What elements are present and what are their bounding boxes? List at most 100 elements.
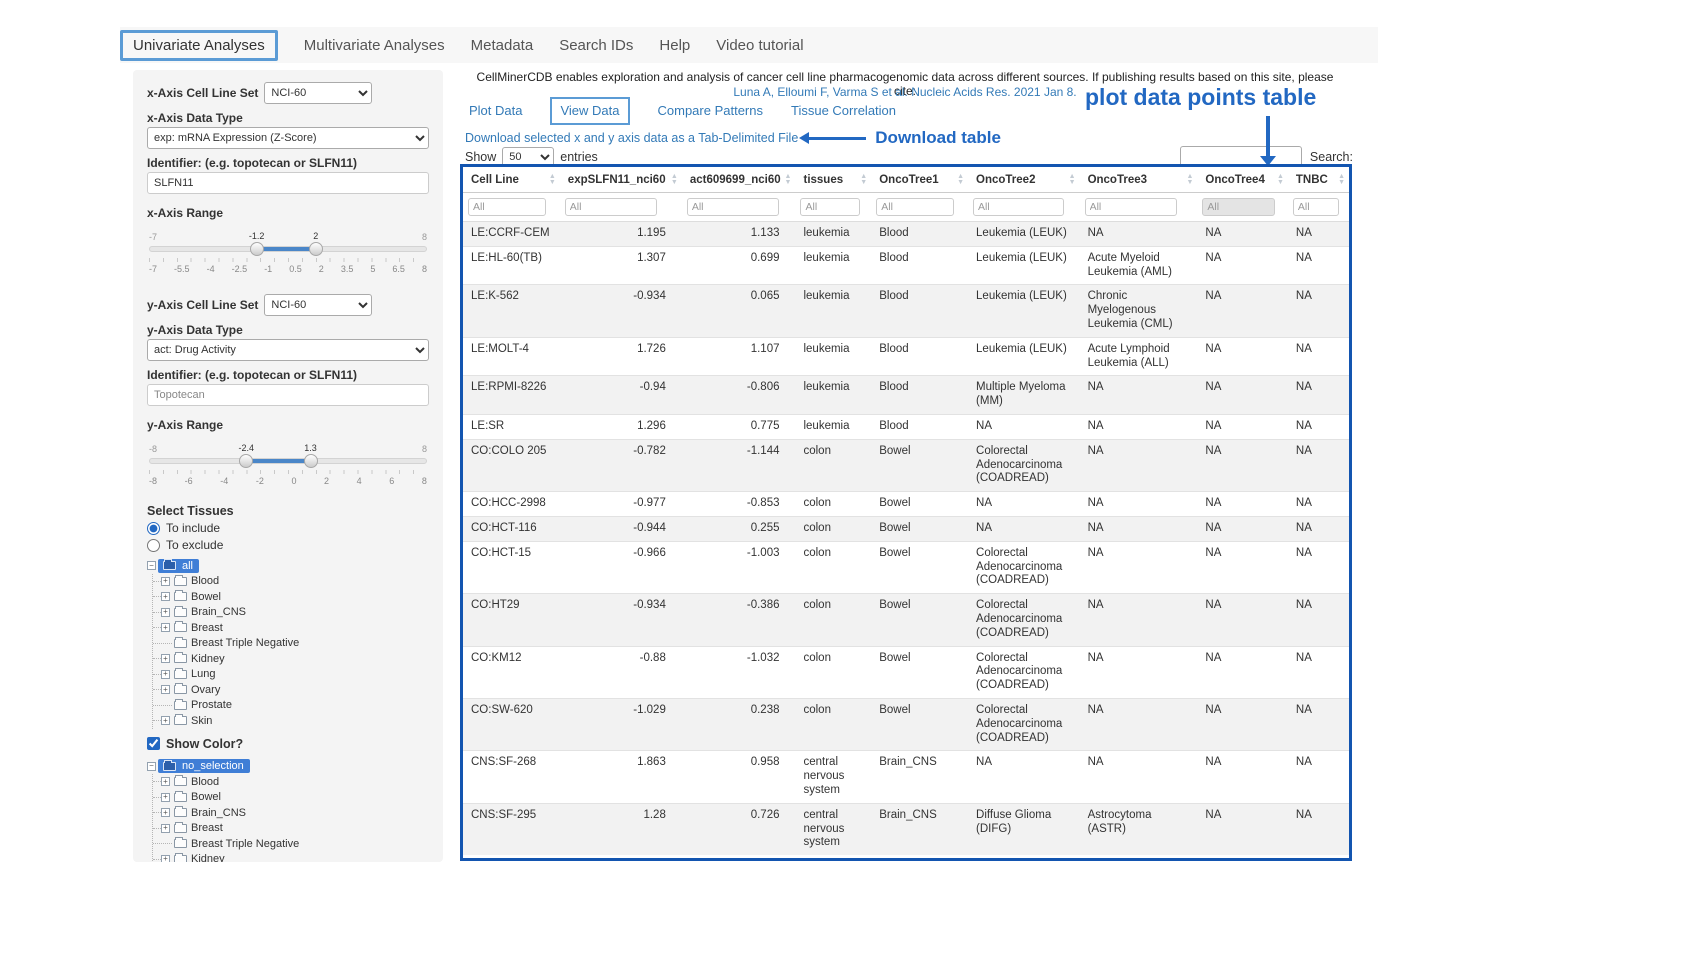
expand-icon[interactable]: +: [161, 623, 170, 632]
tree-item-kidney[interactable]: +Kidney: [153, 651, 429, 667]
expand-icon[interactable]: +: [161, 592, 170, 601]
table-cell: Leukemia (LEUK): [968, 337, 1080, 376]
tab-tissue-correlation[interactable]: Tissue Correlation: [791, 103, 896, 118]
slider-handle-high[interactable]: [309, 242, 323, 256]
tree-root-label: no_selection: [158, 759, 250, 773]
table-cell: NA: [1288, 222, 1349, 247]
tree-item-blood[interactable]: +Blood: [153, 774, 429, 790]
expand-icon[interactable]: +: [161, 777, 170, 786]
x-identifier-input[interactable]: [147, 172, 429, 194]
column-header-tnbc[interactable]: TNBC▲▼: [1288, 167, 1349, 193]
tree-item-breast[interactable]: +Breast: [153, 821, 429, 837]
y-data-type-select[interactable]: act: Drug Activity: [147, 339, 429, 361]
tree-item-lung[interactable]: +Lung: [153, 667, 429, 683]
download-tab-delimited-link[interactable]: Download selected x and y axis data as a…: [465, 131, 798, 145]
show-color-row[interactable]: Show Color?: [147, 737, 429, 751]
table-cell: CO:HCT-116: [463, 516, 560, 541]
column-filter-oncotree3[interactable]: [1085, 198, 1177, 216]
tree-item-breast-triple-negative[interactable]: Breast Triple Negative: [153, 836, 429, 852]
expand-icon[interactable]: +: [161, 808, 170, 817]
nav-tab-univariate-analyses[interactable]: Univariate Analyses: [133, 37, 265, 54]
sort-icon[interactable]: ▲▼: [785, 174, 792, 186]
sort-icon[interactable]: ▲▼: [1186, 174, 1193, 186]
column-filter-tnbc[interactable]: [1293, 198, 1339, 216]
expand-icon[interactable]: +: [161, 670, 170, 679]
radio-exclude-input[interactable]: [147, 539, 160, 552]
column-header-act609699-nci60[interactable]: act609699_nci60▲▼: [682, 167, 796, 193]
expand-icon[interactable]: +: [161, 654, 170, 663]
show-color-checkbox[interactable]: [147, 737, 160, 750]
tree-item-breast-triple-negative[interactable]: Breast Triple Negative: [153, 636, 429, 652]
y-cell-line-set-select[interactable]: NCI-60: [264, 294, 372, 316]
sort-icon[interactable]: ▲▼: [1338, 174, 1345, 186]
column-header-oncotree2[interactable]: OncoTree2▲▼: [968, 167, 1080, 193]
tree-item-prostate[interactable]: Prostate: [153, 698, 429, 714]
nav-tab-video-tutorial[interactable]: Video tutorial: [716, 37, 803, 54]
tab-view-data[interactable]: View Data: [560, 103, 619, 118]
column-filter-act609699-nci60[interactable]: [687, 198, 779, 216]
sort-icon[interactable]: ▲▼: [1069, 174, 1076, 186]
sort-icon[interactable]: ▲▼: [671, 174, 678, 186]
y-data-type-label: y-Axis Data Type: [147, 323, 429, 337]
nav-tab-help[interactable]: Help: [659, 37, 690, 54]
radio-to-include[interactable]: To include: [147, 521, 429, 535]
slider-handle-low[interactable]: [250, 242, 264, 256]
tree-item-brain-cns[interactable]: +Brain_CNS: [153, 805, 429, 821]
slider-low-value: -1.2: [249, 231, 265, 241]
slider-track[interactable]: [149, 246, 427, 252]
column-header-tissues[interactable]: tissues▲▼: [795, 167, 871, 193]
tab-plot-data[interactable]: Plot Data: [469, 103, 522, 118]
table-cell: LE:HL-60(TB): [463, 246, 560, 285]
table-cell: Blood: [871, 376, 968, 415]
nav-tab-search-ids[interactable]: Search IDs: [559, 37, 633, 54]
expand-icon[interactable]: +: [161, 793, 170, 802]
slider-handle-low[interactable]: [239, 454, 253, 468]
collapse-icon[interactable]: −: [147, 762, 156, 771]
column-filter-oncotree1[interactable]: [876, 198, 954, 216]
sort-icon[interactable]: ▲▼: [549, 174, 556, 186]
slider-track[interactable]: [149, 458, 427, 464]
tree-item-bowel[interactable]: +Bowel: [153, 589, 429, 605]
slider-handle-high[interactable]: [304, 454, 318, 468]
tree-item-bowel[interactable]: +Bowel: [153, 790, 429, 806]
column-header-cell-line[interactable]: Cell Line▲▼: [463, 167, 560, 193]
tree-item-brain-cns[interactable]: +Brain_CNS: [153, 605, 429, 621]
table-cell: 1.863: [560, 751, 682, 803]
sort-icon[interactable]: ▲▼: [1277, 174, 1284, 186]
tree-root-no-selection[interactable]: −no_selection: [147, 759, 429, 775]
sort-icon[interactable]: ▲▼: [860, 174, 867, 186]
expand-icon[interactable]: +: [161, 855, 170, 862]
tree-root-all[interactable]: −all: [147, 558, 429, 574]
column-header-oncotree1[interactable]: OncoTree1▲▼: [871, 167, 968, 193]
column-filter-oncotree4[interactable]: [1202, 198, 1274, 216]
expand-icon[interactable]: +: [161, 716, 170, 725]
nav-tab-multivariate-analyses[interactable]: Multivariate Analyses: [304, 37, 445, 54]
nav-tab-metadata[interactable]: Metadata: [471, 37, 534, 54]
tree-item-breast[interactable]: +Breast: [153, 620, 429, 636]
column-header-oncotree4[interactable]: OncoTree4▲▼: [1197, 167, 1287, 193]
column-filter-tissues[interactable]: [800, 198, 859, 216]
expand-icon[interactable]: +: [161, 685, 170, 694]
table-row: CO:SW-620-1.0290.238colonBowelColorectal…: [463, 698, 1349, 750]
radio-include-input[interactable]: [147, 522, 160, 535]
column-filter-cell-line[interactable]: [468, 198, 546, 216]
expand-icon[interactable]: +: [161, 577, 170, 586]
radio-to-exclude[interactable]: To exclude: [147, 538, 429, 552]
x-data-type-select[interactable]: exp: mRNA Expression (Z-Score): [147, 127, 429, 149]
column-filter-oncotree2[interactable]: [973, 198, 1064, 216]
folder-icon: [174, 592, 187, 601]
tree-item-blood[interactable]: +Blood: [153, 574, 429, 590]
expand-icon[interactable]: +: [161, 824, 170, 833]
tree-item-skin[interactable]: +Skin: [153, 713, 429, 729]
tab-compare-patterns[interactable]: Compare Patterns: [658, 103, 764, 118]
column-header-oncotree3[interactable]: OncoTree3▲▼: [1080, 167, 1198, 193]
sort-icon[interactable]: ▲▼: [957, 174, 964, 186]
tree-item-kidney[interactable]: +Kidney: [153, 852, 429, 863]
x-cell-line-set-select[interactable]: NCI-60: [264, 82, 372, 104]
tree-item-ovary[interactable]: +Ovary: [153, 682, 429, 698]
column-filter-expslfn11-nci60[interactable]: [565, 198, 657, 216]
column-header-expslfn11-nci60[interactable]: expSLFN11_nci60▲▼: [560, 167, 682, 193]
expand-icon[interactable]: +: [161, 608, 170, 617]
collapse-icon[interactable]: −: [147, 561, 156, 570]
y-identifier-input[interactable]: [147, 384, 429, 406]
